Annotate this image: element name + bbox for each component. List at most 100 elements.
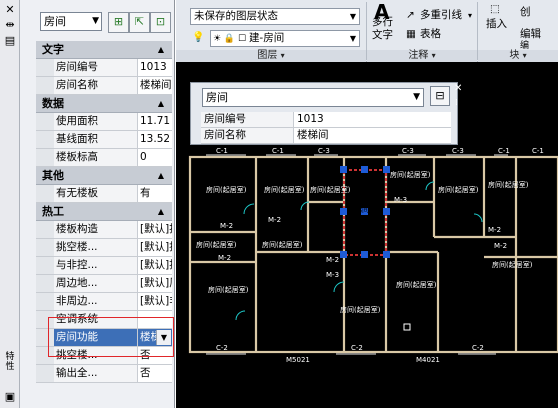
property-row[interactable]: 周边地...[默认]周边... [36,275,172,293]
property-name: 房间编号 [54,59,138,76]
property-value[interactable]: 0 [138,149,172,166]
dialog-property-row[interactable]: 房间编号 1013 [201,112,451,128]
property-value[interactable]: 11.71 [138,113,172,130]
annotation-group-label[interactable]: 注释 ▾ [367,50,477,62]
cursor-box [403,323,411,331]
create-block-button[interactable]: 创 [520,6,531,19]
stair-label: 楼梯间 [348,205,369,214]
room-label: 房间(起居室) [196,240,237,249]
multiline-text-button-line2[interactable]: 文字 [372,29,393,42]
multiline-text-button[interactable]: 多行 [372,16,393,29]
select-objects-icon[interactable]: ⇱ [129,12,150,33]
table-button[interactable]: 表格 [420,28,441,41]
highlight-box [48,317,174,357]
window-label: C-1 [272,147,284,155]
lightbulb-icon[interactable]: 💡 [192,32,204,44]
close-icon[interactable]: ✕ [454,84,464,94]
section-header[interactable]: 热工 ▲ [36,203,172,221]
door-label: M-3 [394,196,407,204]
door-label: M4021 [416,356,440,364]
quick-select-icon[interactable]: ⊞ [108,12,129,33]
layer-state-dropdown[interactable]: 未保存的图层状态 ▼ [190,8,360,25]
property-value[interactable]: 13.52 [138,131,172,148]
property-name: 房间名称 [54,77,138,94]
property-value[interactable]: 楼梯间 [138,77,172,94]
object-type-selector[interactable]: 房间 ▼ [40,12,102,31]
property-row[interactable]: 输出全... 否 [36,365,172,383]
properties-icon[interactable]: ▤ [3,34,17,48]
door-label: M-2 [220,222,233,230]
collapse-icon[interactable]: ▲ [158,167,164,185]
toggle-pickadd-icon[interactable]: ⊡ [150,12,171,33]
room-label: 房间(起居室) [396,280,437,289]
chevron-down-icon: ▼ [349,12,356,21]
property-row[interactable]: 与非控...[默认]控温... [36,257,172,275]
property-value[interactable]: [默认]周边... [138,275,172,292]
section-header[interactable]: 其他 ▲ [36,167,172,185]
layer-group-label[interactable]: 图层 ▾ [176,50,366,62]
property-row[interactable]: 使用面积 11.71 [36,113,172,131]
row-gutter [36,239,54,256]
property-value[interactable]: [默认]挑空... [138,239,172,256]
chevron-down-icon[interactable]: ▾ [468,9,472,22]
property-value[interactable]: 否 [138,365,172,382]
window-label: C-1 [216,147,228,155]
dialog-property-row[interactable]: 房间名称 楼梯间 [201,128,451,144]
close-icon[interactable]: ✕ [3,3,17,17]
property-row[interactable]: 楼板构造[默认]控温... [36,221,172,239]
collapse-icon[interactable]: ▲ [158,95,164,113]
section-header[interactable]: 文字 ▲ [36,41,172,59]
property-value[interactable]: 楼梯间 [294,128,451,143]
layer-dropdown[interactable]: ☀ 🔒 ☐ 建-房间 ▼ [210,30,360,47]
door-label: M-2 [218,254,231,262]
property-value[interactable]: 1013 [138,59,172,76]
window-label: C-3 [452,147,464,155]
layer-icons: ☀ 🔒 ☐ [213,34,249,44]
property-row[interactable]: 楼板标高 0 [36,149,172,167]
property-value[interactable]: 有 [138,185,172,202]
door-label: M5021 [286,356,310,364]
window-label: C-2 [472,344,484,352]
collapse-icon[interactable]: ⇹ [3,18,17,32]
property-value[interactable]: [默认]控温... [138,221,172,238]
dialog-object-selector[interactable]: 房间 ▼ [202,88,424,107]
property-name: 挑空楼... [54,239,138,256]
menu-icon[interactable]: ⁞ [455,98,458,108]
chevron-down-icon: ▼ [92,16,99,26]
property-row[interactable]: 房间名称 楼梯间 [36,77,172,95]
multileader-button[interactable]: 多重引线 [420,9,462,22]
property-value[interactable]: [默认]控温... [138,257,172,274]
property-value[interactable]: [默认]非周... [138,293,172,310]
property-row[interactable]: 基线面积 13.52 [36,131,172,149]
door-label: M-2 [494,242,507,250]
insert-button[interactable]: 插入 [486,18,507,31]
property-row[interactable]: 非周边...[默认]非周... [36,293,172,311]
property-name: 输出全... [54,365,138,382]
section-title: 文字 [42,43,64,56]
room-label: 房间(起居室) [488,180,529,189]
room-label: 房间(起居室) [438,185,479,194]
property-name: 使用面积 [54,113,138,130]
property-value[interactable]: 1013 [294,112,451,127]
block-group-label[interactable]: 块 ▾ [478,50,558,62]
window-label: C-1 [498,147,510,155]
collapse-icon[interactable]: ▲ [158,41,164,59]
door-label: M-3 [326,271,339,279]
customize-icon[interactable]: ⊟ [430,86,450,106]
insert-icon[interactable]: ⬚ [490,3,500,16]
table-icon[interactable]: ▦ [406,28,416,41]
window-label: C-2 [351,344,363,352]
property-row[interactable]: 有无楼板有 [36,185,172,203]
window-label: C-1 [532,147,544,155]
room-label: 房间(起居室) [264,185,305,194]
section-header[interactable]: 数据 ▲ [36,95,172,113]
multileader-icon[interactable]: ↗ [406,9,415,22]
palette-menu-icon[interactable]: ▣ [3,390,17,404]
row-gutter [36,113,54,130]
collapse-icon[interactable]: ▲ [158,203,164,221]
property-row[interactable]: 挑空楼...[默认]挑空... [36,239,172,257]
section-title: 数据 [42,97,64,110]
property-name: 非周边... [54,293,138,310]
property-name: 与非控... [54,257,138,274]
property-row[interactable]: 房间编号 1013 [36,59,172,77]
